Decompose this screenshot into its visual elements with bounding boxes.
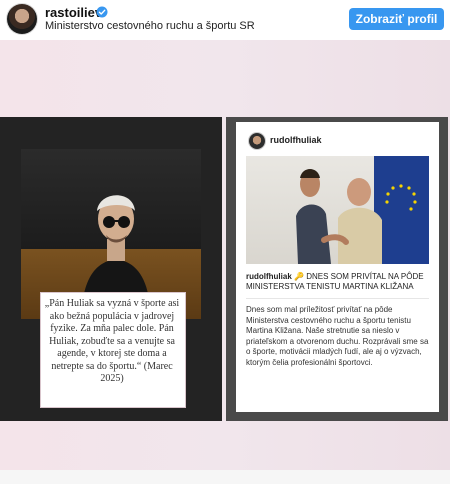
post-image[interactable]: „Pán Huliak sa vyzná v športe asi ako be… (0, 40, 450, 484)
verified-badge-icon (96, 6, 108, 18)
post-header: rastoiliev Ministerstvo cestovného ruchu… (0, 0, 450, 40)
caption-body: Dnes som mal príležitosť privítať na pôd… (246, 305, 429, 367)
avatar[interactable] (7, 4, 37, 34)
caption-username: rudolfhuliak (246, 272, 292, 281)
post-author-username: rudolfhuliak (270, 135, 322, 145)
right-panel: rudolfhuliak rudolfhuliak 🔑 DNES SOM PRI… (226, 117, 448, 421)
quote-text: „Pán Huliak sa vyzná v športe asi ako be… (44, 298, 180, 384)
caption-title: rudolfhuliak 🔑 DNES SOM PRIVÍTAL NA PÔDE… (246, 272, 429, 292)
view-profile-button[interactable]: Zobraziť profil (349, 8, 444, 30)
post-footer-strip (0, 470, 450, 484)
divider (246, 298, 429, 299)
post-author-avatar (249, 133, 265, 149)
location-label[interactable]: Ministerstvo cestovného ruchu a športu S… (45, 20, 255, 32)
username[interactable]: rastoiliev (45, 5, 102, 20)
left-panel: „Pán Huliak sa vyzná v športe asi ako be… (0, 117, 222, 421)
instagram-post-card: rudolfhuliak rudolfhuliak 🔑 DNES SOM PRI… (236, 122, 439, 412)
handshake-photo (246, 156, 429, 264)
